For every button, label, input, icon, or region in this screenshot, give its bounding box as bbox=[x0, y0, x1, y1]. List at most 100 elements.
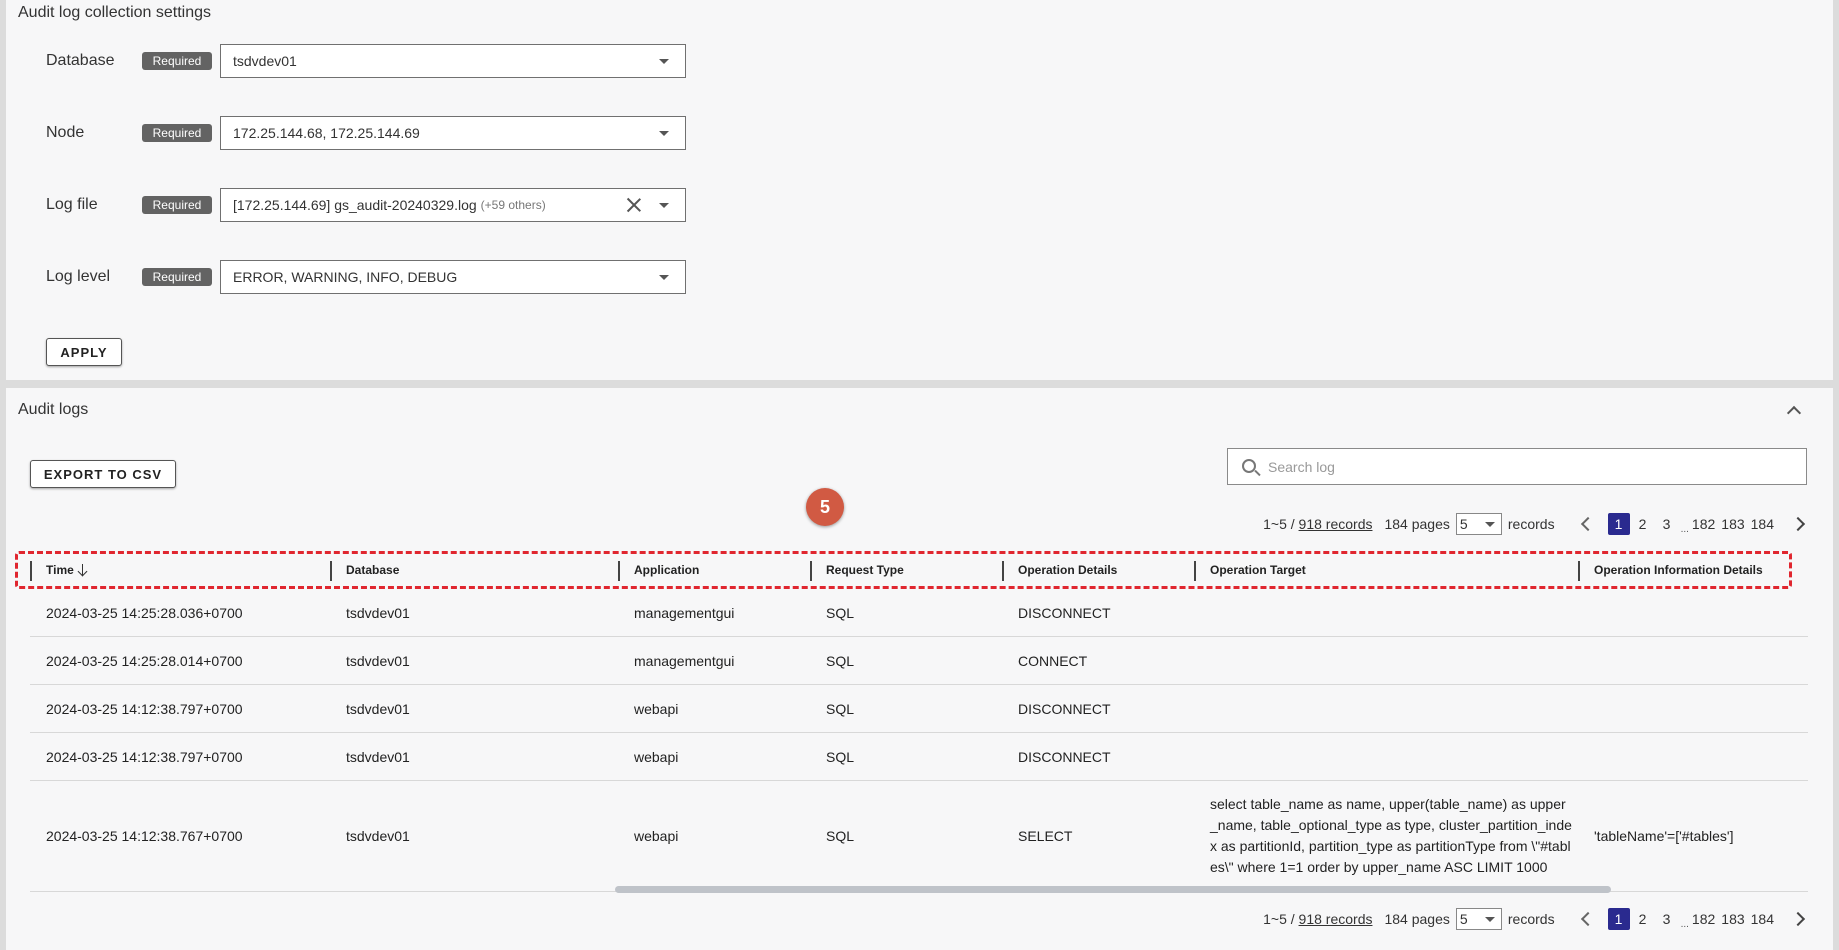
page-2-button[interactable]: 2 bbox=[1632, 908, 1654, 930]
next-page-chevron-right-icon[interactable] bbox=[1790, 911, 1806, 927]
log-file-value: [172.25.144.69] gs_audit-20240329.log bbox=[233, 197, 477, 213]
horizontal-scrollbar[interactable] bbox=[615, 886, 1611, 893]
per-page-select[interactable]: 5 bbox=[1455, 908, 1502, 930]
node-label: Node bbox=[46, 124, 85, 141]
range-text: 1~5 / bbox=[1263, 516, 1295, 532]
dropdown-arrow-icon[interactable] bbox=[659, 131, 669, 136]
table-row[interactable]: 2024-03-25 14:12:38.797+0700 tsdvdev01 w… bbox=[30, 685, 1808, 733]
page-182-button[interactable]: 182 bbox=[1690, 908, 1717, 930]
page-1-button[interactable]: 1 bbox=[1607, 908, 1630, 930]
pagination-bottom: 1~5 / 918 records 184 pages 5 records 1 … bbox=[1263, 908, 1806, 930]
logs-title: Audit logs bbox=[18, 401, 89, 418]
page-3-button[interactable]: 3 bbox=[1656, 908, 1678, 930]
table-header: Time Database Application Request Type O… bbox=[30, 555, 1790, 585]
search-icon bbox=[1242, 459, 1256, 473]
audit-settings-panel: Audit log collection settings Database R… bbox=[6, 0, 1833, 380]
pagination-top: 1~5 / 918 records 184 pages 5 records 1 … bbox=[1263, 513, 1806, 535]
apply-button[interactable]: APPLY bbox=[46, 338, 122, 366]
database-row: Database Required tsdvdev01 bbox=[46, 44, 686, 78]
node-row: Node Required 172.25.144.68, 172.25.144.… bbox=[46, 116, 686, 150]
range-text: 1~5 / bbox=[1263, 911, 1295, 927]
page-2-button[interactable]: 2 bbox=[1632, 513, 1654, 535]
table-row[interactable]: 2024-03-25 14:12:38.767+0700 tsdvdev01 w… bbox=[30, 781, 1808, 892]
table-row[interactable]: 2024-03-25 14:25:28.014+0700 tsdvdev01 m… bbox=[30, 637, 1808, 685]
page-1-button[interactable]: 1 bbox=[1607, 513, 1630, 535]
search-input[interactable]: Search log bbox=[1227, 448, 1807, 485]
cell-request-type: SQL bbox=[826, 604, 855, 621]
prev-page-chevron-left-icon[interactable] bbox=[1580, 911, 1595, 927]
sort-arrow-down-icon[interactable] bbox=[78, 564, 88, 576]
page-184-button[interactable]: 184 bbox=[1749, 908, 1776, 930]
pages-count: 184 pages bbox=[1384, 911, 1450, 927]
log-file-select[interactable]: [172.25.144.69] gs_audit-20240329.log (+… bbox=[220, 188, 686, 222]
log-file-row: Log file Required [172.25.144.69] gs_aud… bbox=[46, 188, 686, 222]
column-header-operation-info-details[interactable]: Operation Information Details bbox=[1580, 555, 1763, 585]
cell-request-type: SQL bbox=[826, 652, 855, 669]
table-row[interactable]: 2024-03-25 14:25:28.036+0700 tsdvdev01 m… bbox=[30, 589, 1808, 637]
dropdown-arrow-icon[interactable] bbox=[659, 203, 669, 208]
per-page-value: 5 bbox=[1459, 911, 1468, 927]
page-183-button[interactable]: 183 bbox=[1719, 513, 1746, 535]
settings-title: Audit log collection settings bbox=[18, 4, 211, 21]
cell-application: webapi bbox=[634, 748, 679, 765]
dropdown-arrow-icon[interactable] bbox=[659, 275, 669, 280]
collapse-chevron-up-icon[interactable] bbox=[1786, 405, 1802, 421]
node-select[interactable]: 172.25.144.68, 172.25.144.69 bbox=[220, 116, 686, 150]
per-page-value: 5 bbox=[1459, 516, 1468, 532]
column-header-operation-details[interactable]: Operation Details bbox=[1004, 555, 1117, 585]
prev-page-chevron-left-icon[interactable] bbox=[1580, 516, 1595, 532]
table-row[interactable]: 2024-03-25 14:12:38.797+0700 tsdvdev01 w… bbox=[30, 733, 1808, 781]
page-ellipsis: ... bbox=[1680, 918, 1689, 930]
per-page-select[interactable]: 5 bbox=[1455, 513, 1502, 535]
dropdown-arrow-icon[interactable] bbox=[659, 59, 669, 64]
cell-time: 2024-03-25 14:12:38.797+0700 bbox=[46, 748, 243, 765]
log-file-label: Log file bbox=[46, 196, 98, 213]
table-body: 2024-03-25 14:25:28.036+0700 tsdvdev01 m… bbox=[30, 589, 1808, 892]
search-placeholder: Search log bbox=[1268, 458, 1335, 475]
page-184-button[interactable]: 184 bbox=[1749, 513, 1776, 535]
records-word: records bbox=[1507, 911, 1555, 927]
cell-request-type: SQL bbox=[826, 748, 855, 765]
cell-operation-details: CONNECT bbox=[1018, 652, 1088, 669]
next-page-chevron-right-icon[interactable] bbox=[1790, 516, 1806, 532]
required-badge: Required bbox=[142, 268, 212, 286]
cell-operation-details: SELECT bbox=[1018, 828, 1073, 844]
cell-application: managementgui bbox=[634, 652, 735, 669]
clear-icon[interactable] bbox=[625, 196, 643, 214]
column-header-database[interactable]: Database bbox=[332, 555, 399, 585]
required-badge: Required bbox=[142, 124, 212, 142]
column-header-time-label: Time bbox=[46, 563, 74, 577]
step-number-badge: 5 bbox=[806, 488, 844, 526]
cell-operation-target: select table_name as name, upper(table_n… bbox=[1210, 796, 1572, 875]
column-header-application[interactable]: Application bbox=[620, 555, 699, 585]
cell-database: tsdvdev01 bbox=[346, 700, 410, 717]
cell-operation-details: DISCONNECT bbox=[1018, 604, 1111, 621]
export-csv-button[interactable]: EXPORT TO CSV bbox=[30, 460, 176, 488]
dropdown-arrow-icon[interactable] bbox=[1484, 917, 1495, 922]
page-ellipsis: ... bbox=[1680, 523, 1689, 535]
pages-count: 184 pages bbox=[1384, 516, 1450, 532]
log-level-row: Log level Required ERROR, WARNING, INFO,… bbox=[46, 260, 686, 294]
column-header-request-type[interactable]: Request Type bbox=[812, 555, 904, 585]
cell-time: 2024-03-25 14:12:38.797+0700 bbox=[46, 700, 243, 717]
page-3-button[interactable]: 3 bbox=[1656, 513, 1678, 535]
page-183-button[interactable]: 183 bbox=[1719, 908, 1746, 930]
log-level-select[interactable]: ERROR, WARNING, INFO, DEBUG bbox=[220, 260, 686, 294]
column-header-operation-target[interactable]: Operation Target bbox=[1196, 555, 1306, 585]
database-select[interactable]: tsdvdev01 bbox=[220, 44, 686, 78]
page-182-button[interactable]: 182 bbox=[1690, 513, 1717, 535]
cell-application: managementgui bbox=[634, 604, 735, 621]
cell-database: tsdvdev01 bbox=[346, 604, 410, 621]
log-level-value: ERROR, WARNING, INFO, DEBUG bbox=[233, 269, 458, 285]
cell-application: webapi bbox=[634, 700, 679, 717]
column-header-time[interactable]: Time bbox=[32, 555, 88, 585]
cell-database: tsdvdev01 bbox=[346, 748, 410, 765]
cell-database: tsdvdev01 bbox=[346, 652, 410, 669]
cell-request-type: SQL bbox=[826, 700, 855, 717]
dropdown-arrow-icon[interactable] bbox=[1484, 522, 1495, 527]
records-link[interactable]: 918 records bbox=[1299, 911, 1373, 927]
cell-time: 2024-03-25 14:12:38.767+0700 bbox=[46, 828, 243, 844]
database-label: Database bbox=[46, 52, 115, 69]
records-link[interactable]: 918 records bbox=[1299, 516, 1373, 532]
records-word: records bbox=[1507, 516, 1555, 532]
